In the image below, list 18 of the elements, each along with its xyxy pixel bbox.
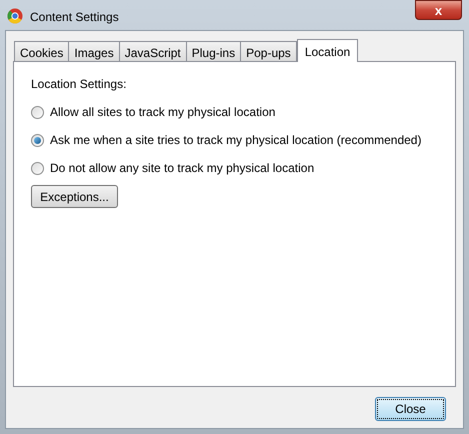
tab[interactable]: JavaScript [118,41,187,61]
section-title: Location Settings: [31,76,128,93]
tab[interactable]: Images [68,41,120,61]
radio-label: Allow all sites to track my physical location [50,104,276,121]
radio-button[interactable] [31,106,44,118]
tab[interactable]: Pop-ups [240,41,297,61]
window-title: Content Settings [30,9,119,26]
tab[interactable]: Location [296,39,358,62]
radio-button[interactable] [31,134,44,146]
window-close-button[interactable]: x [415,0,462,20]
tab[interactable]: Cookies [14,41,70,61]
tab[interactable]: Plug-ins [186,41,242,61]
dialog-dismiss-button[interactable]: Close [375,397,446,421]
radio-label: Do not allow any site to track my physical location [50,160,314,177]
radio-button[interactable] [31,162,44,174]
radio-label: Ask me when a site tries to track my physical location (recommended) [50,132,422,149]
exceptions-button[interactable]: Exceptions... [31,185,118,208]
browser-logo-icon [7,8,23,24]
